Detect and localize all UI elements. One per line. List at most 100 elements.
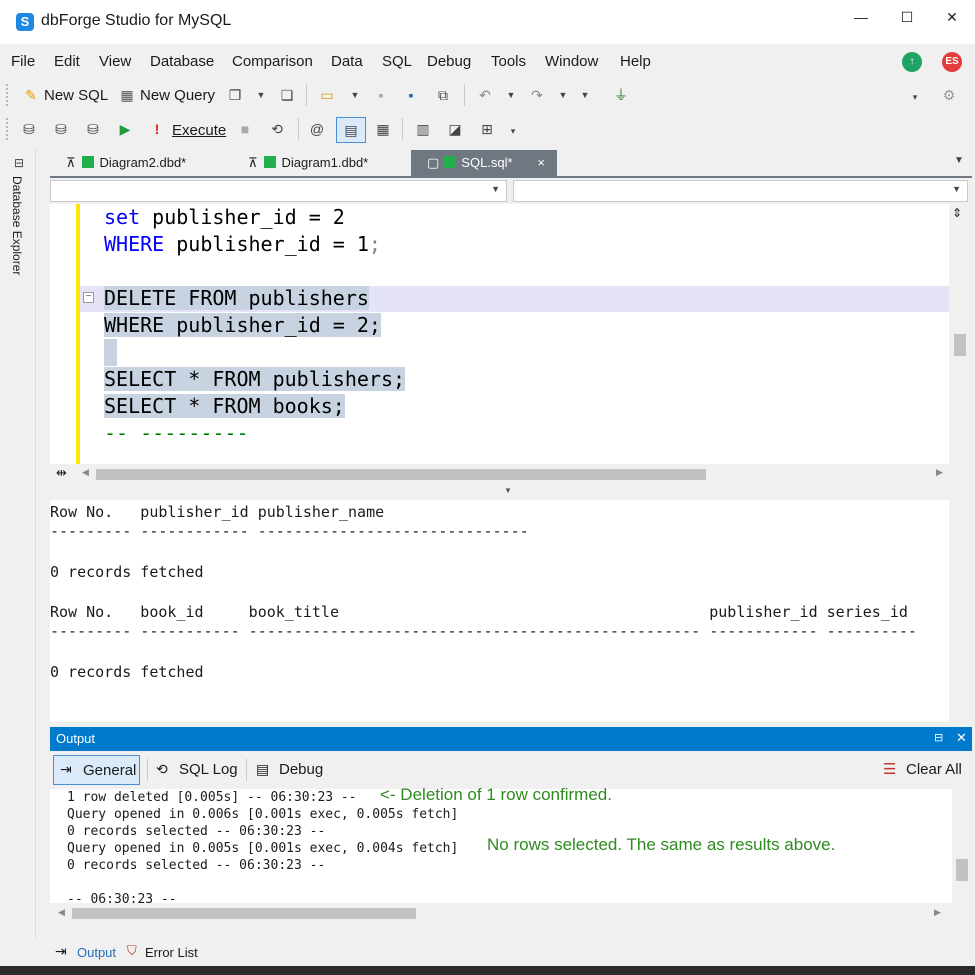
menu-bar: File Edit View Database Comparison Data … [0,44,975,78]
title-bar: S dbForge Studio for MySQL — ☐ ✕ [0,0,975,44]
chart-icon[interactable]: ◪ [446,120,464,138]
output-tab-button[interactable]: Output [77,945,116,960]
settings-toolbar-icon[interactable]: ⚙ [940,86,958,104]
save-all-icon[interactable]: ▪ [402,86,420,104]
history-icon[interactable]: ⟲ [268,120,286,138]
sql-log-tab-button[interactable]: SQL Log [179,761,238,778]
split-horizontal-icon[interactable]: ⇹ [56,465,67,481]
stop-icon[interactable]: ■ [236,120,254,138]
save-icon[interactable]: ▪ [372,86,390,104]
chevron-down-icon[interactable]: ▼ [554,86,572,104]
toolbar-grip[interactable] [6,84,10,106]
editor-horizontal-scrollbar[interactable]: ⇹ ◀ ▶ [50,464,949,484]
collapse-icon[interactable]: − [83,292,94,303]
results-rule: --------- ----------- ------------------… [50,622,917,640]
scroll-thumb[interactable] [956,859,968,881]
menu-database[interactable]: Database [150,53,214,70]
chevron-down-icon[interactable]: ▼ [346,86,364,104]
menu-window[interactable]: Window [545,53,598,70]
member-selector-combo[interactable]: ▼ [513,180,968,202]
close-panel-icon[interactable]: ✕ [956,730,967,746]
error-list-tab-button[interactable]: Error List [145,945,198,960]
database-check-icon[interactable]: ⛁ [84,120,102,138]
pin-panel-icon[interactable]: ⊟ [934,731,943,744]
menu-tools[interactable]: Tools [491,53,526,70]
general-tab-button[interactable]: ⇥ General [53,755,140,785]
new-sql-button[interactable]: New SQL [44,87,108,104]
undo-icon[interactable]: ↶ [476,86,494,104]
results-vertical-scrollbar[interactable] [949,500,971,722]
standard-toolbar: ✎ New SQL ▦ New Query ❐ ▼ ❏ ▭ ▼ ▪ ▪ ⧉ ↶ … [0,78,975,112]
database-icon[interactable]: ⛁ [52,120,70,138]
tab-sql[interactable]: ▢ SQL.sql* × [411,150,557,176]
maximize-button[interactable]: ☐ [884,6,930,28]
new-query-icon: ▦ [120,87,134,103]
menu-help[interactable]: Help [620,53,651,70]
menu-edit[interactable]: Edit [54,53,80,70]
user-avatar[interactable]: ES [942,52,962,72]
toolbar-grip[interactable] [6,118,10,140]
query-params-icon[interactable]: @ [308,120,326,138]
code-line: SELECT * FROM books; [104,394,345,418]
scroll-thumb[interactable] [96,469,706,480]
menu-data[interactable]: Data [331,53,363,70]
close-button[interactable]: ✕ [929,6,975,28]
tab-diagram2[interactable]: ⊼ Diagram2.dbd* [64,150,234,176]
update-arrow-icon[interactable]: ↑ [902,52,922,72]
new-query-button[interactable]: New Query [140,87,215,104]
splitter-chevron-icon[interactable]: ▼ [504,486,512,495]
execute-button[interactable]: Execute [172,122,226,139]
scroll-right-icon[interactable]: ▶ [934,907,941,918]
tab-list-dropdown-icon[interactable]: ▼ [950,152,968,170]
split-editor-icon[interactable]: ⇕ [952,206,962,220]
tab-diagram1[interactable]: ⊼ Diagram1.dbd* [246,150,406,176]
toolbar-options-icon[interactable]: ▾ [906,88,924,106]
chevron-down-icon[interactable]: ▼ [576,86,594,104]
open-folder-icon[interactable]: ▭ [318,86,336,104]
code-line: WHERE publisher_id = 1; [104,232,381,256]
code-line: SELECT * FROM publishers; [104,367,406,391]
database-explorer-tab[interactable]: Database Explorer [10,176,24,275]
output-panel-title: Output [56,731,96,746]
add-table-icon[interactable]: ⊞ [478,120,496,138]
new-item-icon[interactable]: ❏ [278,86,296,104]
object-selector-combo[interactable]: ▼ [50,180,507,202]
separator [402,118,403,140]
plugin-icon[interactable]: ⏚ [612,86,630,104]
general-log-icon: ⇥ [60,761,72,777]
scroll-thumb[interactable] [72,908,416,919]
menu-view[interactable]: View [99,53,131,70]
minimize-button[interactable]: — [838,6,884,28]
scroll-left-icon[interactable]: ◀ [58,907,65,918]
layout-icon[interactable]: ▥ [414,120,432,138]
grid-output-icon[interactable]: ▦ [374,120,392,138]
menu-sql[interactable]: SQL [382,53,412,70]
menu-comparison[interactable]: Comparison [232,53,313,70]
chevron-down-icon[interactable]: ▼ [252,86,270,104]
modified-indicator-icon [443,156,456,168]
output-vertical-scrollbar[interactable] [952,789,972,903]
connection-icon[interactable]: ⛁ [20,120,38,138]
separator [464,84,465,106]
toolbar-options-icon[interactable]: ▾ [504,122,522,140]
copy-window-icon[interactable]: ⧉ [434,86,452,104]
results-header: Row No. publisher_id publisher_name [50,503,385,521]
debug-tab-button[interactable]: Debug [279,761,323,778]
scroll-left-icon[interactable]: ◀ [82,467,89,478]
redo-icon[interactable]: ↷ [528,86,546,104]
new-document-icon[interactable]: ❐ [226,86,244,104]
editor-vertical-scrollbar[interactable]: ⇕ [949,204,971,464]
text-output-icon[interactable]: ▤ [336,117,366,143]
menu-debug[interactable]: Debug [427,53,471,70]
chevron-down-icon[interactable]: ▼ [502,86,520,104]
menu-file[interactable]: File [11,53,35,70]
output-line: 0 records selected -- 06:30:23 -- [67,824,326,839]
modified-indicator-icon [81,156,94,168]
scroll-right-icon[interactable]: ▶ [936,467,943,478]
clear-all-button[interactable]: Clear All [906,761,962,778]
pin-icon[interactable]: ⊟ [10,154,28,172]
output-horizontal-scrollbar[interactable]: ◀ ▶ [50,903,952,923]
run-icon[interactable]: ▶ [116,120,134,138]
close-tab-button[interactable]: × [537,150,545,176]
scroll-thumb[interactable] [954,334,966,356]
